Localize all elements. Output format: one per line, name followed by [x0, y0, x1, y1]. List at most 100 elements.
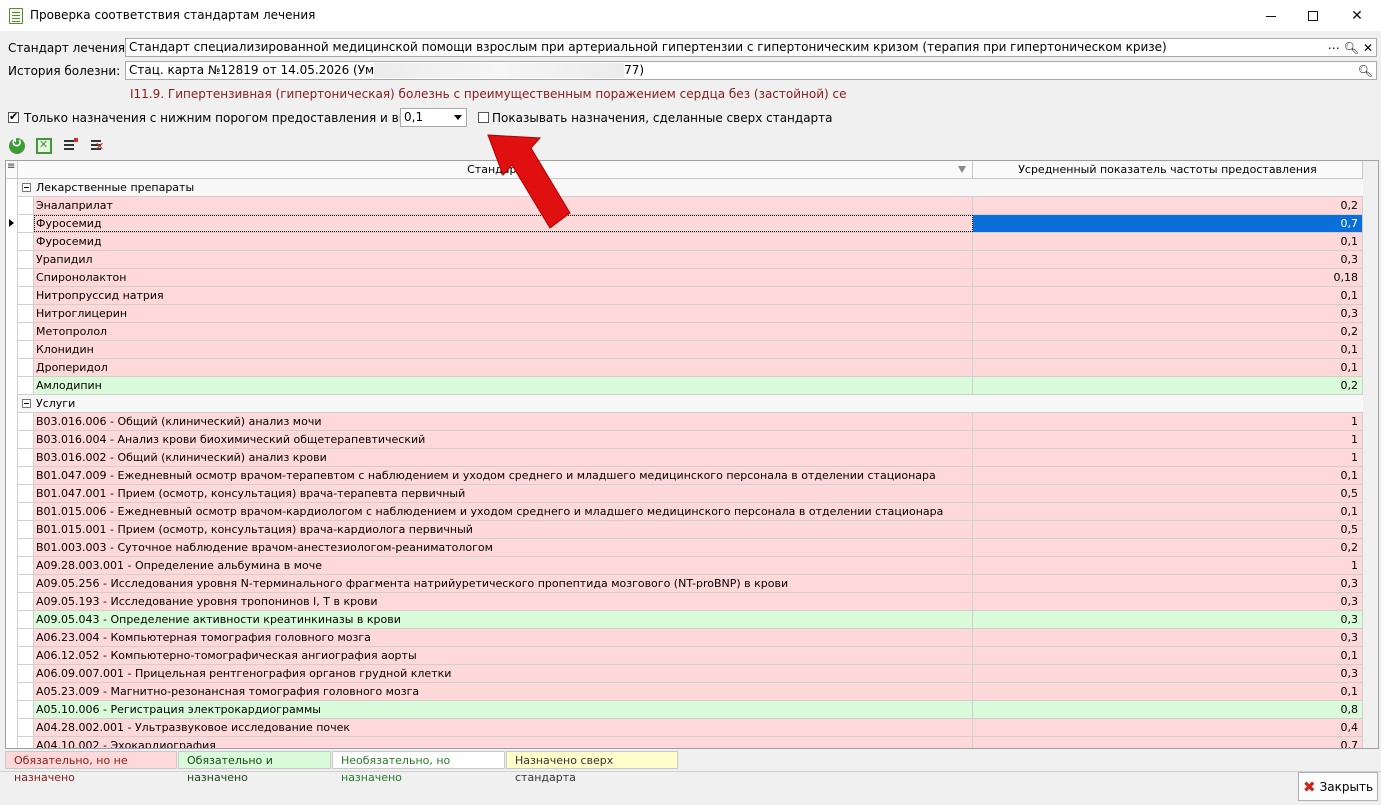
- standard-cell[interactable]: Урапидил: [34, 251, 973, 268]
- table-row[interactable]: B03.016.006 - Общий (клинический) анализ…: [6, 413, 1363, 431]
- standard-cell[interactable]: B03.016.004 - Анализ крови биохимический…: [34, 431, 973, 448]
- table-row[interactable]: Клонидин 0,1: [6, 341, 1363, 359]
- table-row[interactable]: A09.28.003.001 - Определение альбумина в…: [6, 557, 1363, 575]
- frequency-cell[interactable]: 0,8: [973, 701, 1363, 718]
- table-row[interactable]: B01.047.009 - Ежедневный осмотр врачом-т…: [6, 467, 1363, 485]
- frequency-cell[interactable]: 0,5: [973, 485, 1363, 502]
- frequency-cell[interactable]: 0,3: [973, 251, 1363, 268]
- row-indicator[interactable]: [6, 467, 18, 485]
- table-row[interactable]: B01.047.001 - Прием (осмотр, консультаци…: [6, 485, 1363, 503]
- table-row[interactable]: A04.10.002 - Эхокардиография 0,7: [6, 737, 1363, 748]
- history-field[interactable]: Стац. карта №12819 от 14.05.2026 (Ум 77) …: [125, 61, 1377, 80]
- frequency-cell[interactable]: 0,3: [973, 665, 1363, 682]
- table-row[interactable]: A09.05.043 - Определение активности креа…: [6, 611, 1363, 629]
- table-row[interactable]: Фуросемид 0,7: [6, 215, 1363, 233]
- table-row[interactable]: Амлодипин 0,2: [6, 377, 1363, 395]
- row-indicator[interactable]: [6, 539, 18, 557]
- frequency-cell[interactable]: 0,2: [973, 323, 1363, 340]
- table-row[interactable]: A09.05.193 - Исследование уровня тропони…: [6, 593, 1363, 611]
- standard-cell[interactable]: Фуросемид: [34, 233, 973, 250]
- row-indicator[interactable]: [6, 737, 18, 748]
- standard-cell[interactable]: B01.047.001 - Прием (осмотр, консультаци…: [34, 485, 973, 502]
- standard-cell[interactable]: B01.047.009 - Ежедневный осмотр врачом-т…: [34, 467, 973, 484]
- standards-grid[interactable]: Стандарт Усредненный показатель частоты …: [5, 160, 1379, 749]
- frequency-cell[interactable]: 0,3: [973, 575, 1363, 592]
- standard-cell[interactable]: Дроперидол: [34, 359, 973, 376]
- standard-cell[interactable]: A05.10.006 - Регистрация электрокардиогр…: [34, 701, 973, 718]
- standard-cell[interactable]: A09.05.043 - Определение активности креа…: [34, 611, 973, 628]
- standard-cell[interactable]: B03.016.002 - Общий (клинический) анализ…: [34, 449, 973, 466]
- standard-cell[interactable]: Клонидин: [34, 341, 973, 358]
- standard-cell[interactable]: A09.05.193 - Исследование уровня тропони…: [34, 593, 973, 610]
- search-icon[interactable]: 🔍︎: [1344, 41, 1359, 55]
- standard-cell[interactable]: A09.05.256 - Исследования уровня N-терми…: [34, 575, 973, 592]
- table-row[interactable]: Дроперидол 0,1: [6, 359, 1363, 377]
- table-row[interactable]: A04.28.002.001 - Ультразвуковое исследов…: [6, 719, 1363, 737]
- frequency-cell[interactable]: 0,18: [973, 269, 1363, 286]
- standard-cell[interactable]: A06.12.052 - Компьютерно-томографическая…: [34, 647, 973, 664]
- table-row[interactable]: A05.10.006 - Регистрация электрокардиогр…: [6, 701, 1363, 719]
- column-header-standard[interactable]: Стандарт: [18, 161, 973, 178]
- row-indicator[interactable]: [6, 197, 18, 215]
- clear-icon[interactable]: ✕: [1363, 41, 1373, 55]
- table-row[interactable]: Спиронолактон 0,18: [6, 269, 1363, 287]
- standard-cell[interactable]: Амлодипин: [34, 377, 973, 394]
- row-indicator[interactable]: [6, 647, 18, 665]
- frequency-cell[interactable]: 0,1: [973, 683, 1363, 700]
- refresh-icon[interactable]: [9, 136, 25, 154]
- filter-dropdown-icon[interactable]: [958, 166, 966, 173]
- frequency-cell[interactable]: 0,1: [973, 467, 1363, 484]
- close-button[interactable]: ✖ Закрыть: [1298, 772, 1378, 801]
- frequency-cell[interactable]: 1: [973, 413, 1363, 430]
- standard-cell[interactable]: A09.28.003.001 - Определение альбумина в…: [34, 557, 973, 574]
- minimize-button[interactable]: [1248, 0, 1294, 32]
- standard-cell[interactable]: A06.09.007.001 - Прицельная рентгенограф…: [34, 665, 973, 682]
- row-indicator[interactable]: [6, 233, 18, 251]
- standard-cell[interactable]: B01.015.006 - Ежедневный осмотр врачом-к…: [34, 503, 973, 520]
- table-row[interactable]: B01.015.001 - Прием (осмотр, консультаци…: [6, 521, 1363, 539]
- frequency-cell[interactable]: 0,1: [973, 647, 1363, 664]
- only-threshold-checkbox[interactable]: [8, 110, 19, 123]
- row-indicator[interactable]: [6, 629, 18, 647]
- column-chooser-icon[interactable]: [6, 161, 18, 178]
- frequency-cell[interactable]: 0,3: [973, 305, 1363, 322]
- row-indicator[interactable]: [6, 665, 18, 683]
- maximize-button[interactable]: [1290, 0, 1336, 32]
- row-indicator[interactable]: [6, 287, 18, 305]
- standard-cell[interactable]: A04.28.002.001 - Ультразвуковое исследов…: [34, 719, 973, 736]
- standard-cell[interactable]: A06.23.004 - Компьютерная томография гол…: [34, 629, 973, 646]
- table-row[interactable]: A06.12.052 - Компьютерно-томографическая…: [6, 647, 1363, 665]
- table-row[interactable]: A06.09.007.001 - Прицельная рентгенограф…: [6, 665, 1363, 683]
- column-header-frequency[interactable]: Усредненный показатель частоты предостав…: [973, 161, 1363, 178]
- row-indicator[interactable]: [6, 683, 18, 701]
- frequency-cell[interactable]: 1: [973, 557, 1363, 574]
- standard-cell[interactable]: Спиронолактон: [34, 269, 973, 286]
- table-row[interactable]: Нитропруссид натрия 0,1: [6, 287, 1363, 305]
- excel-export-icon[interactable]: [36, 138, 52, 154]
- row-indicator[interactable]: [6, 611, 18, 629]
- frequency-cell[interactable]: 0,3: [973, 593, 1363, 610]
- row-indicator[interactable]: [6, 251, 18, 269]
- threshold-select[interactable]: 0,1: [400, 108, 467, 127]
- row-indicator[interactable]: [6, 215, 18, 233]
- group-row[interactable]: Услуги: [6, 395, 1363, 413]
- table-row[interactable]: Эналаприлат 0,2: [6, 197, 1363, 215]
- ellipsis-icon[interactable]: ⋯: [1328, 41, 1340, 55]
- table-row[interactable]: B03.016.002 - Общий (клинический) анализ…: [6, 449, 1363, 467]
- frequency-cell[interactable]: 0,2: [973, 377, 1363, 394]
- table-row[interactable]: A06.23.004 - Компьютерная томография гол…: [6, 629, 1363, 647]
- table-row[interactable]: A05.23.009 - Магнитно-резонансная томогр…: [6, 683, 1363, 701]
- search-icon[interactable]: 🔍︎: [1358, 64, 1373, 78]
- table-row[interactable]: A09.05.256 - Исследования уровня N-терми…: [6, 575, 1363, 593]
- row-indicator[interactable]: [6, 575, 18, 593]
- row-indicator[interactable]: [6, 269, 18, 287]
- frequency-cell[interactable]: 0,3: [973, 629, 1363, 646]
- row-indicator[interactable]: [6, 359, 18, 377]
- vertical-scrollbar[interactable]: [1363, 161, 1378, 748]
- row-indicator[interactable]: [6, 557, 18, 575]
- table-row[interactable]: B03.016.004 - Анализ крови биохимический…: [6, 431, 1363, 449]
- frequency-cell[interactable]: 0,4: [973, 719, 1363, 736]
- frequency-cell[interactable]: 0,1: [973, 503, 1363, 520]
- table-row[interactable]: B01.015.006 - Ежедневный осмотр врачом-к…: [6, 503, 1363, 521]
- frequency-cell[interactable]: 0,2: [973, 539, 1363, 556]
